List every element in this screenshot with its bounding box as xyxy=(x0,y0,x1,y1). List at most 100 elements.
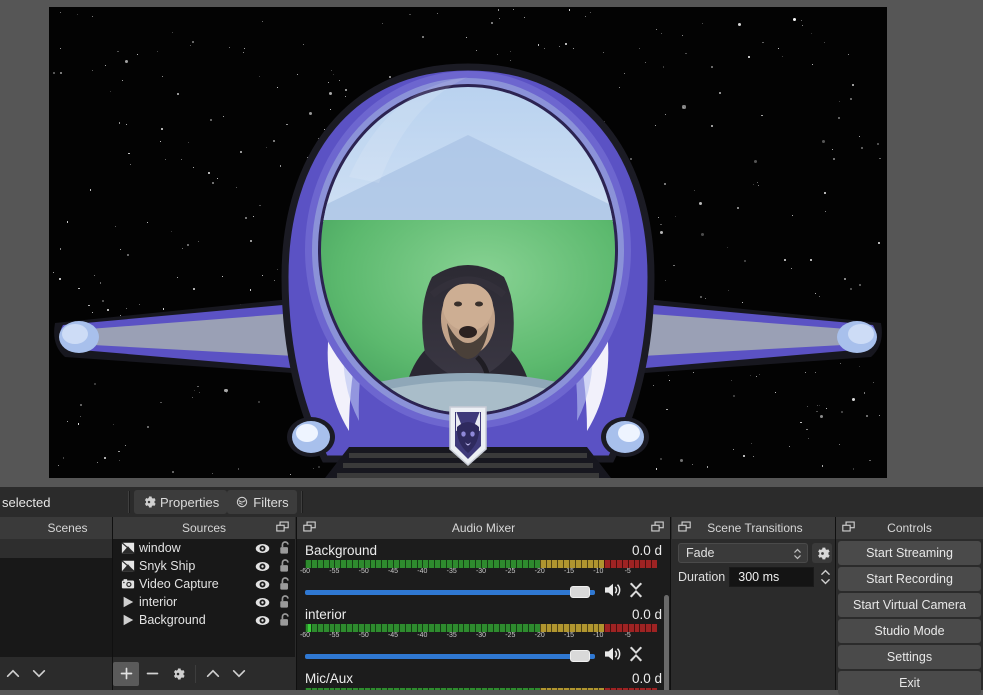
remove-source-button[interactable] xyxy=(139,662,165,686)
volume-meter xyxy=(305,560,657,568)
meter-scale-tick: -20 xyxy=(534,568,545,575)
source-lock-toggle[interactable] xyxy=(275,559,295,573)
audio-mixer-panel-title: Audio Mixer xyxy=(451,521,516,535)
properties-button-label: Properties xyxy=(160,494,220,510)
volume-meter xyxy=(305,624,657,632)
audio-mixer-track[interactable]: Mic/Aux 0.0 d -60-55-50-45-40-35-30-25-2… xyxy=(297,667,670,690)
advanced-audio-properties-icon[interactable] xyxy=(629,646,643,665)
control-button-start-streaming[interactable]: Start Streaming xyxy=(838,541,981,565)
float-panel-icon[interactable] xyxy=(303,521,316,535)
image-source-icon xyxy=(121,541,135,555)
control-button-start-virtual-camera[interactable]: Start Virtual Camera xyxy=(838,593,981,617)
control-button-label: Start Virtual Camera xyxy=(852,598,966,612)
meter-scale-tick: -40 xyxy=(417,568,428,575)
source-list-item[interactable]: Video Capture xyxy=(113,575,295,593)
meter-scale-tick: -50 xyxy=(358,632,369,639)
control-button-label: Settings xyxy=(886,650,933,664)
track-name: interior xyxy=(305,607,347,622)
meter-scale: -60 -55 -50 -45 -40 -35 -30 -25 -20 -15 -10 -5 xyxy=(300,632,657,643)
move-source-up-button[interactable] xyxy=(200,662,226,686)
scene-transitions-panel-header: Scene Transitions xyxy=(672,517,838,539)
duration-stepper[interactable] xyxy=(818,567,832,587)
audio-mixer-scrollbar[interactable] xyxy=(664,595,669,690)
add-source-button[interactable] xyxy=(113,661,139,686)
panel-divider xyxy=(670,517,671,690)
float-panel-icon[interactable] xyxy=(276,521,289,535)
source-visibility-toggle[interactable] xyxy=(253,597,271,608)
track-volume-db: 0.0 d xyxy=(631,607,662,622)
mute-toggle-icon[interactable] xyxy=(603,582,623,601)
image-source-icon xyxy=(121,559,135,573)
filters-button-label: Filters xyxy=(253,494,289,510)
dock-area: selected Properties Filters Scenes Sourc… xyxy=(0,487,983,695)
control-button-exit[interactable]: Exit xyxy=(838,671,981,695)
panel-divider xyxy=(835,517,836,690)
transition-select[interactable]: Fade xyxy=(678,543,808,563)
source-visibility-toggle[interactable] xyxy=(253,543,271,554)
move-scene-down-button[interactable] xyxy=(26,662,52,686)
float-panel-icon[interactable] xyxy=(842,521,855,535)
sources-list[interactable]: window Snyk Ship Video Capture interior … xyxy=(113,539,295,657)
properties-button[interactable]: Properties xyxy=(134,490,228,514)
meter-scale-tick: -55 xyxy=(329,568,340,575)
float-panel-icon[interactable] xyxy=(678,521,691,535)
advanced-audio-properties-icon[interactable] xyxy=(629,582,643,601)
source-list-item[interactable]: interior xyxy=(113,593,295,611)
source-visibility-toggle[interactable] xyxy=(253,579,271,590)
volume-slider[interactable] xyxy=(305,585,595,599)
control-button-studio-mode[interactable]: Studio Mode xyxy=(838,619,981,643)
control-button-start-recording[interactable]: Start Recording xyxy=(838,567,981,591)
source-visibility-toggle[interactable] xyxy=(253,615,271,626)
volume-fader-row xyxy=(305,582,662,601)
controls-buttons: Start Streaming Start Recording Start Vi… xyxy=(836,539,983,695)
meter-scale-tick: -40 xyxy=(417,632,428,639)
source-lock-toggle[interactable] xyxy=(275,577,295,591)
transition-properties-button[interactable] xyxy=(812,543,832,563)
source-lock-toggle[interactable] xyxy=(275,595,295,609)
source-lock-toggle[interactable] xyxy=(275,541,295,555)
transition-select-row: Fade xyxy=(672,539,838,563)
volume-slider[interactable] xyxy=(305,649,595,663)
preview-canvas[interactable] xyxy=(49,7,887,478)
sources-panel-header: Sources xyxy=(113,517,295,539)
source-list-item[interactable]: window xyxy=(113,539,295,557)
preview-area xyxy=(0,0,983,487)
audio-mixer-tracks[interactable]: Background 0.0 d -60 -55 -50 -45 -40 -35 -30 -2… xyxy=(297,539,670,690)
volume-fader-row xyxy=(305,646,662,665)
track-name: Background xyxy=(305,543,378,558)
meter-scale-tick: -25 xyxy=(505,632,516,639)
panel-divider xyxy=(112,517,113,690)
source-properties-button[interactable] xyxy=(165,662,191,686)
control-button-settings[interactable]: Settings xyxy=(838,645,981,669)
source-visibility-toggle[interactable] xyxy=(253,561,271,572)
gear-icon xyxy=(142,495,156,509)
meter-scale-tick: -45 xyxy=(387,568,399,575)
source-item-label: Background xyxy=(139,613,206,627)
float-panel-icon-right[interactable] xyxy=(651,521,664,535)
meter-scale-tick: -15 xyxy=(563,568,575,575)
move-source-down-button[interactable] xyxy=(226,662,252,686)
mute-toggle-icon[interactable] xyxy=(603,646,623,665)
audio-mixer-track[interactable]: Background 0.0 d -60 -55 -50 -45 -40 -35 -30 -2… xyxy=(297,539,670,603)
track-volume-db: 0.0 d xyxy=(631,671,662,686)
sources-toolbar xyxy=(113,657,295,690)
source-lock-toggle[interactable] xyxy=(275,613,295,627)
media-source-icon xyxy=(121,595,135,609)
chevron-updown-icon xyxy=(793,546,802,565)
duration-input[interactable]: 300 ms xyxy=(729,567,814,587)
filters-button[interactable]: Filters xyxy=(227,490,297,514)
control-button-label: Start Recording xyxy=(866,572,953,586)
meter-scale-tick: -30 xyxy=(475,568,487,575)
media-source-icon xyxy=(121,613,135,627)
audio-mixer-track[interactable]: interior 0.0 d -60 -55 -50 -45 -40 -35 -30 -25-… xyxy=(297,603,670,667)
scene-transitions-body: Fade Duration 300 ms xyxy=(672,539,838,690)
move-scene-up-button[interactable] xyxy=(0,662,26,686)
duration-value: 300 ms xyxy=(738,570,780,584)
control-button-label: Start Streaming xyxy=(866,546,953,560)
meter-scale-tick: -20 xyxy=(534,632,545,639)
duration-label: Duration xyxy=(678,570,726,584)
sources-panel-title: Sources xyxy=(181,521,227,535)
source-list-item[interactable]: Snyk Ship xyxy=(113,557,295,575)
source-toolbar: selected Properties Filters xyxy=(0,487,983,517)
source-list-item[interactable]: Background xyxy=(113,611,295,629)
